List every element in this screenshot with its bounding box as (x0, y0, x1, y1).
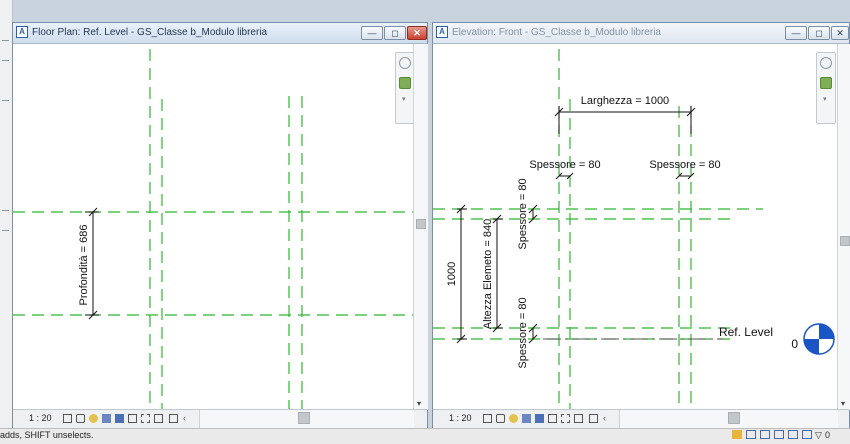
drag-elements-icon[interactable] (802, 430, 812, 439)
scroll-thumb[interactable] (416, 219, 426, 229)
palette-tick (2, 60, 9, 61)
chevron-down-icon[interactable]: ▾ (823, 95, 827, 103)
thickness-top-label[interactable]: Spessore = 80 (517, 178, 529, 249)
elevation-canvas[interactable]: Larghezza = 1000 Spessore = 80 Spessore … (433, 44, 849, 412)
chevron-left-icon[interactable]: ‹ (603, 414, 612, 423)
view-type-icon: A (436, 26, 448, 38)
navigation-bar[interactable]: ▾ (395, 52, 415, 124)
horizontal-scrollbar[interactable] (199, 410, 414, 428)
shadows-icon[interactable] (522, 414, 531, 423)
scroll-down-arrow[interactable]: ▾ (841, 399, 845, 408)
view-control-bar: 1 : 20 ‹ (433, 409, 849, 428)
chevron-left-icon[interactable]: ‹ (183, 414, 192, 423)
select-links-icon[interactable] (760, 430, 770, 439)
sun-path-icon[interactable] (89, 414, 98, 423)
palette-tick (2, 40, 9, 41)
show-crop-icon[interactable] (548, 414, 557, 423)
analytical-model-icon[interactable] (589, 414, 598, 423)
worksets-icon[interactable] (732, 430, 742, 439)
status-hint: adds, SHIFT unselects. (0, 430, 94, 440)
close-button[interactable]: ✕ (407, 26, 427, 40)
floor-plan-view[interactable]: A Floor Plan: Ref. Level - GS_Classe b_M… (12, 22, 428, 429)
crop-view-icon[interactable] (535, 414, 544, 423)
hide-isolate-icon[interactable] (561, 414, 570, 423)
zoom-icon[interactable] (820, 77, 832, 89)
minimize-button[interactable]: — (785, 26, 807, 40)
elevation-drawing[interactable]: Larghezza = 1000 Spessore = 80 Spessore … (433, 44, 837, 412)
scroll-down-arrow[interactable]: ▾ (417, 399, 421, 408)
steering-wheel-icon[interactable] (399, 57, 411, 69)
detail-level-icon[interactable] (483, 414, 492, 423)
restore-button[interactable]: ◻ (808, 26, 830, 40)
palette-tick (2, 100, 9, 101)
palette-tick (2, 230, 9, 231)
level-elevation[interactable]: 0 (791, 337, 798, 351)
filter-icon[interactable]: ▽ (815, 430, 822, 441)
view-control-bar: 1 : 20 ‹ (13, 409, 427, 428)
height-dimension-label[interactable]: 1000 (446, 262, 458, 286)
scroll-thumb[interactable] (728, 412, 740, 424)
steering-wheel-icon[interactable] (820, 57, 832, 69)
selection-count: 0 (825, 430, 831, 440)
thickness-bottom-label[interactable]: Spessore = 80 (517, 297, 529, 368)
sun-path-icon[interactable] (509, 414, 518, 423)
elevation-titlebar[interactable]: A Elevation: Front - GS_Classe b_Modulo … (433, 23, 849, 44)
shadows-icon[interactable] (102, 414, 111, 423)
floor-plan-drawing[interactable]: Profondità = 686 (13, 44, 413, 412)
view-type-icon: A (16, 26, 28, 38)
thickness-right-label[interactable]: Spessore = 80 (649, 159, 720, 171)
reveal-hidden-icon[interactable] (154, 414, 163, 423)
palette-tick (2, 210, 9, 211)
horizontal-scrollbar[interactable] (619, 410, 838, 428)
scroll-thumb[interactable] (298, 412, 310, 424)
detail-level-icon[interactable] (63, 414, 72, 423)
zoom-icon[interactable] (399, 77, 411, 89)
floor-plan-titlebar[interactable]: A Floor Plan: Ref. Level - GS_Classe b_M… (13, 23, 427, 44)
view-scale[interactable]: 1 : 20 (449, 413, 472, 423)
select-underlay-icon[interactable] (774, 430, 784, 439)
view-scale[interactable]: 1 : 20 (29, 413, 52, 423)
app-status-bar: adds, SHIFT unselects. ▽ 0 (0, 428, 850, 444)
scroll-thumb[interactable] (840, 236, 850, 246)
elevation-view[interactable]: A Elevation: Front - GS_Classe b_Modulo … (432, 22, 850, 429)
elevation-title: Elevation: Front - GS_Classe b_Modulo li… (452, 27, 661, 38)
hide-isolate-icon[interactable] (141, 414, 150, 423)
floor-plan-canvas[interactable]: Profondità = 686 ▾ (13, 44, 427, 412)
chevron-down-icon[interactable]: ▾ (402, 95, 406, 103)
visual-style-icon[interactable] (76, 414, 85, 423)
level-marker[interactable] (803, 323, 835, 355)
floor-plan-title: Floor Plan: Ref. Level - GS_Classe b_Mod… (32, 27, 268, 38)
workspace-background (0, 0, 850, 20)
show-crop-icon[interactable] (128, 414, 137, 423)
crop-view-icon[interactable] (115, 414, 124, 423)
reveal-hidden-icon[interactable] (574, 414, 583, 423)
close-button[interactable]: ✕ (831, 26, 849, 40)
navigation-bar[interactable]: ▾ (816, 52, 836, 124)
width-dimension-label[interactable]: Larghezza = 1000 (581, 95, 669, 107)
design-options-icon[interactable] (746, 430, 756, 439)
level-name[interactable]: Ref. Level (719, 325, 773, 339)
element-height-label[interactable]: Altezza Elemeto = 840 (482, 219, 494, 329)
depth-dimension-label[interactable]: Profondità = 686 (78, 224, 90, 305)
minimize-button[interactable]: — (361, 26, 383, 40)
vertical-scrollbar[interactable]: ▾ (413, 44, 428, 410)
vertical-scrollbar[interactable]: ▾ (837, 44, 850, 410)
restore-button[interactable]: ◻ (384, 26, 406, 40)
select-pinned-icon[interactable] (788, 430, 798, 439)
visual-style-icon[interactable] (496, 414, 505, 423)
analytical-model-icon[interactable] (169, 414, 178, 423)
thickness-left-label[interactable]: Spessore = 80 (529, 159, 600, 171)
